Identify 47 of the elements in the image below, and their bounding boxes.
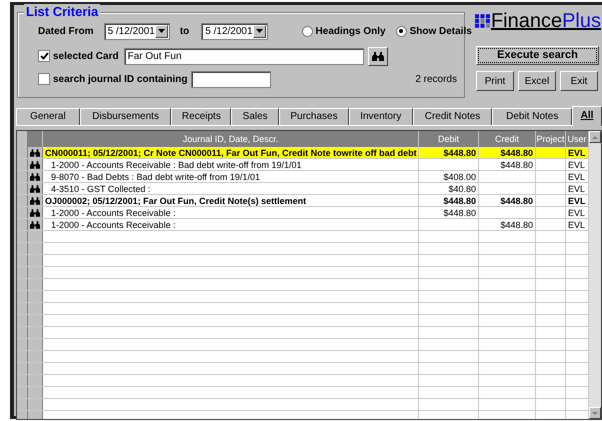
checkbox-label: selected Card [53,50,119,64]
table-cell: $448.80 [500,160,533,170]
toolbar-button[interactable]: Print [476,71,514,91]
table-cell: EVL [568,184,586,194]
execute-search-button[interactable]: Execute search [476,46,599,65]
table-cell: 1-2000 - Accounts Receivable : [51,220,176,230]
date-dropdown[interactable]: 5 /12/2001 [201,22,268,40]
table-cell: 4-3510 - GST Collected : [51,184,150,194]
record-count: 2 records [415,72,457,86]
tab[interactable]: Credit Notes [412,108,492,125]
table-cell: CN000011; 05/12/2001; Cr Note CN000011, Far Out Fun, Credit Note towrite off bad debt [45,148,417,158]
table-cell: OJ000002; 05/12/2001; Far Out Fun, Credit Note(s) settlement [45,196,306,206]
toolbar-button[interactable]: Excel [518,71,556,91]
tab[interactable]: Debit Notes [492,108,572,125]
card-field[interactable]: Far Out Fun [124,48,364,64]
radio-label: Show Details [410,24,472,38]
table-cell: $448.80 [443,148,476,158]
tab[interactable]: All [572,106,602,126]
table-cell: EVL [568,148,586,158]
tab[interactable]: Inventory [348,108,413,125]
table-cell: EVL [568,220,586,230]
table-cell: 1-2000 - Accounts Receivable : [51,208,176,218]
tab[interactable]: Purchases [279,108,349,125]
checkbox-label: search journal ID containing [53,72,188,86]
table-cell: $408.00 [443,172,476,182]
table-cell: $448.80 [500,148,533,158]
field-label: to [180,24,190,38]
tab[interactable]: General [16,108,80,125]
table-cell: $40.80 [448,184,476,194]
radio-label: Headings Only [316,24,386,38]
tab[interactable]: Sales [231,108,280,125]
table-cell: EVL [568,160,586,170]
table-cell: 1-2000 - Accounts Receivable : Bad debt write-off from 19/1/01 [51,160,302,170]
table-cell: EVL [568,196,586,206]
table-cell: $448.80 [500,196,533,206]
table-cell: EVL [568,172,586,182]
tab[interactable]: Receipts [171,108,232,125]
table-cell: $448.80 [443,208,476,218]
table-cell: 9-8070 - Bad Debts : Bad debt write-off from 19/1/01 [51,172,260,182]
table-cell: $448.80 [443,196,476,206]
logo-text: FinancePlus [490,10,601,32]
table-cell: EVL [568,208,586,218]
toolbar-button[interactable]: Exit [560,71,598,91]
field-label: Dated From [38,24,94,38]
tab[interactable]: Disbursements [80,108,172,125]
table-cell: $448.80 [500,220,533,230]
date-dropdown[interactable]: 5 /12/2001 [104,22,170,40]
